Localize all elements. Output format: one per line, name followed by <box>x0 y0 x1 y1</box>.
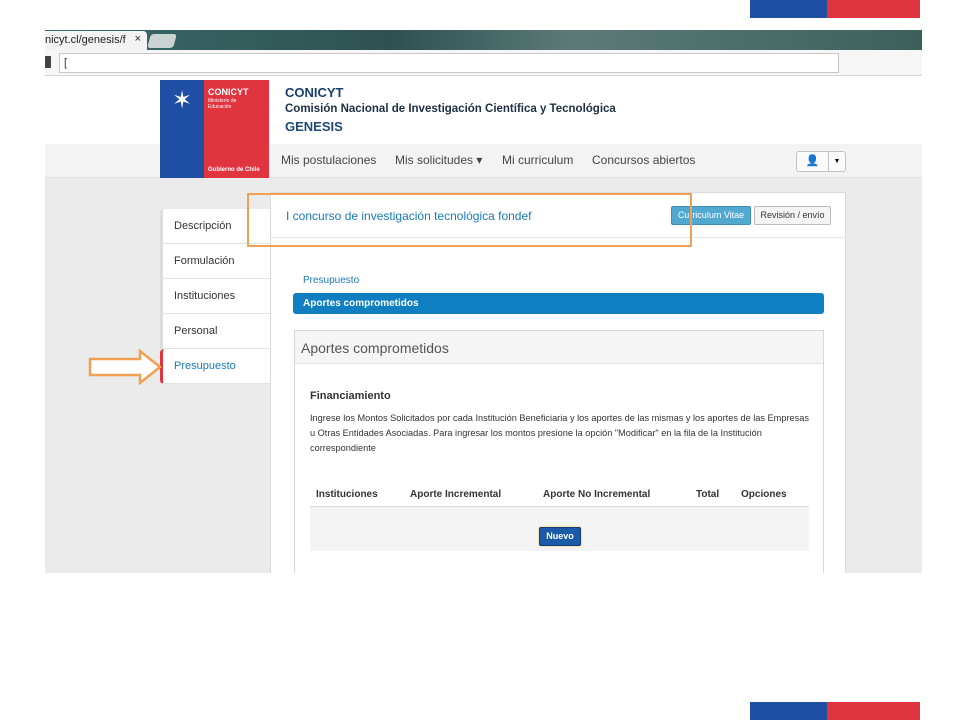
table-body: Nuevo <box>310 507 809 551</box>
logo-red-panel: CONICYT Ministerio de Educación Gobierno… <box>204 80 269 178</box>
financiamiento-description: Ingrese los Montos Solicitados por cada … <box>310 413 809 453</box>
col-total: Total <box>696 489 720 500</box>
logo-ministerio: Ministerio de Educación <box>208 98 237 110</box>
col-aporte-incremental: Aporte Incremental <box>410 489 502 500</box>
tab-formulacion[interactable]: Formulación <box>160 244 270 279</box>
content-panel: I concurso de investigación tecnológica … <box>270 192 847 573</box>
table-header: Instituciones Aporte Incremental Aporte … <box>310 485 809 507</box>
financiamiento-title: Financiamiento <box>310 390 391 402</box>
nav-mis-postulaciones[interactable]: Mis postulaciones <box>281 153 376 167</box>
flag-blue-stripe <box>750 0 827 18</box>
logo-blue-panel: ✶ <box>160 80 204 178</box>
tab-instituciones[interactable]: Instituciones <box>160 279 270 314</box>
nuevo-button[interactable]: Nuevo <box>539 527 581 546</box>
logo-name: CONICYT <box>208 87 249 97</box>
logo-gobierno: Gobierno de Chile <box>208 167 260 173</box>
col-opciones: Opciones <box>741 489 787 500</box>
chevron-down-icon: ▼ <box>833 158 841 165</box>
flag-bar-top <box>750 0 920 18</box>
browser-tab[interactable]: nicyt.cl/genesis/f × <box>45 31 147 50</box>
flag-red-stripe <box>827 0 920 18</box>
section-aportes-comprometidos[interactable]: Aportes comprometidos <box>293 293 824 314</box>
browser-tabstrip: nicyt.cl/genesis/f × <box>45 30 922 50</box>
flag-blue-stripe <box>750 702 827 720</box>
crest-icon: ✶ <box>171 87 193 114</box>
tab-personal[interactable]: Personal <box>160 314 270 349</box>
conicyt-logo[interactable]: ✶ CONICYT Ministerio de Educación Gobier… <box>160 80 269 178</box>
highlight-box <box>247 193 692 247</box>
col-aporte-no-incremental: Aporte No Incremental <box>543 489 651 500</box>
user-menu-button[interactable]: 👤 ▼ <box>796 151 846 172</box>
page-title: CONICYT <box>285 85 344 100</box>
page: { "browser": { "tab_title": "nicyt.cl/ge… <box>0 0 960 720</box>
col-instituciones: Instituciones <box>316 489 378 500</box>
tab-presupuesto[interactable]: Presupuesto <box>160 349 270 384</box>
user-icon: 👤 <box>797 152 829 171</box>
nav-mi-curriculum[interactable]: Mi curriculum <box>502 153 573 167</box>
close-icon[interactable]: × <box>135 33 141 45</box>
aportes-panel: Aportes comprometidos Financiamiento Ing… <box>294 330 824 573</box>
nav-concursos-abiertos[interactable]: Concursos abiertos <box>592 153 695 167</box>
browser-toolbar: [ <box>45 50 922 76</box>
flag-bar-bottom <box>750 702 920 720</box>
app-title-block: CONICYT Comisión Nacional de Investigaci… <box>285 84 616 135</box>
app-name: GENESIS <box>285 119 343 134</box>
new-tab-button[interactable] <box>147 34 177 48</box>
revision-envio-button[interactable]: Revisión / envío <box>754 206 831 225</box>
breadcrumb-presupuesto[interactable]: Presupuesto <box>303 275 359 286</box>
page-subtitle: Comisión Nacional de Investigación Cient… <box>285 103 616 115</box>
menu-icon[interactable] <box>45 56 51 68</box>
aportes-heading: Aportes comprometidos <box>295 331 823 364</box>
flag-red-stripe <box>827 702 920 720</box>
nav-mis-solicitudes[interactable]: Mis solicitudes ▾ <box>395 153 482 167</box>
arrow-right-icon <box>88 349 162 385</box>
browser-tab-title: nicyt.cl/genesis/f <box>45 34 126 46</box>
app-window: CONICYT Comisión Nacional de Investigaci… <box>45 76 922 573</box>
address-bar[interactable]: [ <box>59 53 839 73</box>
